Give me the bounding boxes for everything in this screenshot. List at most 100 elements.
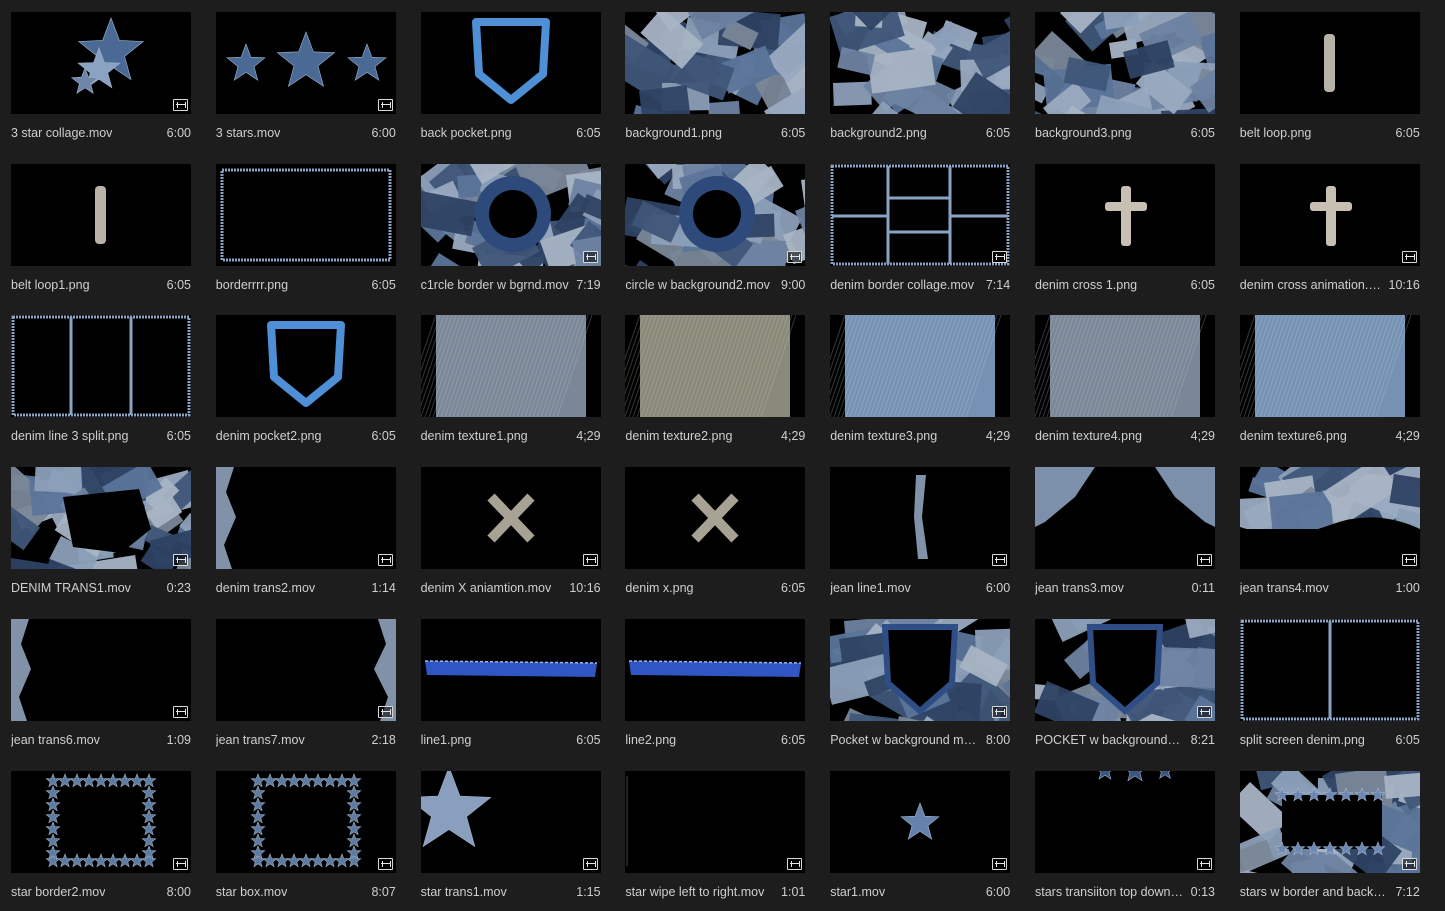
media-item[interactable]: 3 star collage.mov 6:00	[11, 12, 191, 152]
media-item[interactable]: denim texture4.png 4;29	[1035, 315, 1215, 455]
media-thumbnail[interactable]	[420, 315, 601, 418]
media-thumbnail[interactable]	[11, 467, 191, 570]
media-thumbnail[interactable]	[625, 12, 806, 114]
media-item[interactable]: line1.png 6:05	[420, 618, 601, 759]
media-thumbnail[interactable]	[830, 12, 1011, 114]
media-item[interactable]: belt loop1.png 6:05	[11, 163, 191, 304]
media-item[interactable]: c1rcle border w bgrnd.mov 7:19	[420, 163, 601, 304]
media-item[interactable]: star border2.mov 8:00	[11, 770, 191, 911]
media-thumbnail[interactable]	[11, 770, 191, 873]
media-item[interactable]: star trans1.mov 1:15	[420, 770, 601, 911]
media-thumbnail[interactable]	[215, 467, 396, 570]
media-filename: line2.png	[625, 732, 677, 747]
media-item[interactable]: jean trans6.mov 1:09	[11, 618, 191, 759]
media-item[interactable]: denim texture6.png 4;29	[1239, 315, 1420, 455]
media-thumbnail[interactable]	[1035, 12, 1215, 114]
media-thumbnail[interactable]	[625, 770, 806, 873]
media-item[interactable]: line2.png 6:05	[625, 618, 806, 759]
media-label: denim texture3.png 4;29	[830, 428, 1010, 444]
media-item[interactable]: POCKET w background2.mov 8:21	[1035, 618, 1215, 759]
media-thumbnail[interactable]	[420, 770, 601, 873]
media-item[interactable]: denim texture2.png 4;29	[625, 315, 806, 455]
media-duration: 6:05	[781, 732, 806, 747]
media-thumbnail[interactable]	[625, 618, 806, 721]
media-item[interactable]: background3.png 6:05	[1035, 12, 1215, 152]
media-thumbnail[interactable]	[830, 163, 1011, 266]
media-item[interactable]: jean trans3.mov 0:11	[1035, 467, 1215, 607]
video-clip-icon	[173, 554, 188, 567]
media-item[interactable]: denim texture1.png 4;29	[420, 315, 601, 455]
media-duration: 6:05	[371, 277, 396, 292]
media-thumbnail[interactable]	[1239, 163, 1420, 266]
media-thumbnail[interactable]	[420, 163, 601, 266]
video-clip-icon	[1401, 857, 1417, 870]
media-item[interactable]: denim x.png 6:05	[625, 467, 806, 607]
media-filename: denim cross 1.png	[1035, 277, 1138, 292]
media-item[interactable]: stars w border and background.mov 7:12	[1239, 770, 1420, 911]
media-thumbnail[interactable]	[625, 467, 806, 570]
media-thumbnail[interactable]	[830, 315, 1011, 418]
media-item[interactable]: DENIM TRANS1.mov 0:23	[11, 467, 191, 607]
video-clip-icon	[173, 705, 188, 718]
media-thumbnail[interactable]	[215, 12, 396, 114]
media-label: DENIM TRANS1.mov 0:23	[11, 580, 191, 596]
media-item[interactable]: belt loop.png 6:05	[1239, 12, 1420, 152]
media-item[interactable]: borderrrr.png 6:05	[215, 163, 396, 304]
video-clip-icon	[787, 857, 803, 870]
media-label: star wipe left to right.mov 1:01	[625, 884, 805, 900]
media-item[interactable]: denim line 3 split.png 6:05	[11, 315, 191, 455]
media-item[interactable]: split screen denim.png 6:05	[1239, 618, 1420, 759]
media-item[interactable]: denim X aniamtion.mov 10:16	[420, 467, 601, 607]
media-item[interactable]: jean line1.mov 6:00	[830, 467, 1011, 607]
media-duration: 6:05	[1190, 277, 1215, 292]
media-item[interactable]: background1.png 6:05	[625, 12, 806, 152]
media-thumbnail[interactable]	[215, 315, 396, 418]
media-thumbnail[interactable]	[215, 618, 396, 721]
media-thumbnail[interactable]	[625, 163, 806, 266]
media-item[interactable]: jean trans7.mov 2:18	[215, 618, 396, 759]
media-item[interactable]: star wipe left to right.mov 1:01	[625, 770, 806, 911]
media-thumbnail[interactable]	[830, 618, 1011, 721]
media-thumbnail[interactable]	[420, 12, 601, 114]
media-thumbnail[interactable]	[1035, 618, 1215, 721]
media-item[interactable]: denim trans2.mov 1:14	[215, 467, 396, 607]
media-thumbnail[interactable]	[1239, 315, 1420, 418]
media-thumbnail[interactable]	[1239, 618, 1420, 721]
media-item[interactable]: star1.mov 6:00	[830, 770, 1011, 911]
media-item[interactable]: 3 stars.mov 6:00	[215, 12, 396, 152]
media-item[interactable]: back pocket.png 6:05	[420, 12, 601, 152]
media-item[interactable]: circle w background2.mov 9:00	[625, 163, 806, 304]
media-thumbnail[interactable]	[625, 315, 806, 418]
media-thumbnail[interactable]	[11, 618, 191, 721]
media-thumbnail[interactable]	[11, 163, 191, 266]
media-thumbnail[interactable]	[830, 467, 1011, 570]
media-thumbnail[interactable]	[1239, 467, 1420, 570]
media-thumbnail[interactable]	[1035, 163, 1215, 266]
media-item[interactable]: denim pocket2.png 6:05	[215, 315, 396, 455]
media-thumbnail[interactable]	[420, 618, 601, 721]
media-thumbnail[interactable]	[1035, 770, 1215, 873]
media-label: denim pocket2.png 6:05	[216, 428, 396, 444]
media-thumbnail[interactable]	[1239, 770, 1420, 873]
media-item[interactable]: jean trans4.mov 1:00	[1239, 467, 1420, 607]
media-thumbnail[interactable]	[11, 315, 191, 418]
media-item[interactable]: Pocket w background mov.mov 8:00	[830, 618, 1011, 759]
media-item[interactable]: background2.png 6:05	[830, 12, 1011, 152]
media-duration: 7:14	[985, 277, 1011, 292]
media-thumbnail[interactable]	[1035, 467, 1215, 570]
media-label: denim texture6.png 4;29	[1240, 428, 1420, 444]
media-thumbnail[interactable]	[420, 467, 601, 570]
media-item[interactable]: denim cross animation.mov 10:16	[1239, 163, 1420, 304]
media-item[interactable]: denim texture3.png 4;29	[830, 315, 1011, 455]
media-label: circle w background2.mov 9:00	[625, 277, 805, 293]
media-item[interactable]: denim border collage.mov 7:14	[830, 163, 1011, 304]
media-thumbnail[interactable]	[1035, 315, 1215, 418]
media-thumbnail[interactable]	[215, 770, 396, 873]
media-thumbnail[interactable]	[215, 163, 396, 266]
media-item[interactable]: stars transiiton top down.mov 0:13	[1035, 770, 1215, 911]
media-thumbnail[interactable]	[1239, 12, 1420, 114]
media-item[interactable]: denim cross 1.png 6:05	[1035, 163, 1215, 304]
media-item[interactable]: star box.mov 8:07	[215, 770, 396, 911]
media-thumbnail[interactable]	[11, 12, 191, 114]
media-thumbnail[interactable]	[830, 770, 1011, 873]
